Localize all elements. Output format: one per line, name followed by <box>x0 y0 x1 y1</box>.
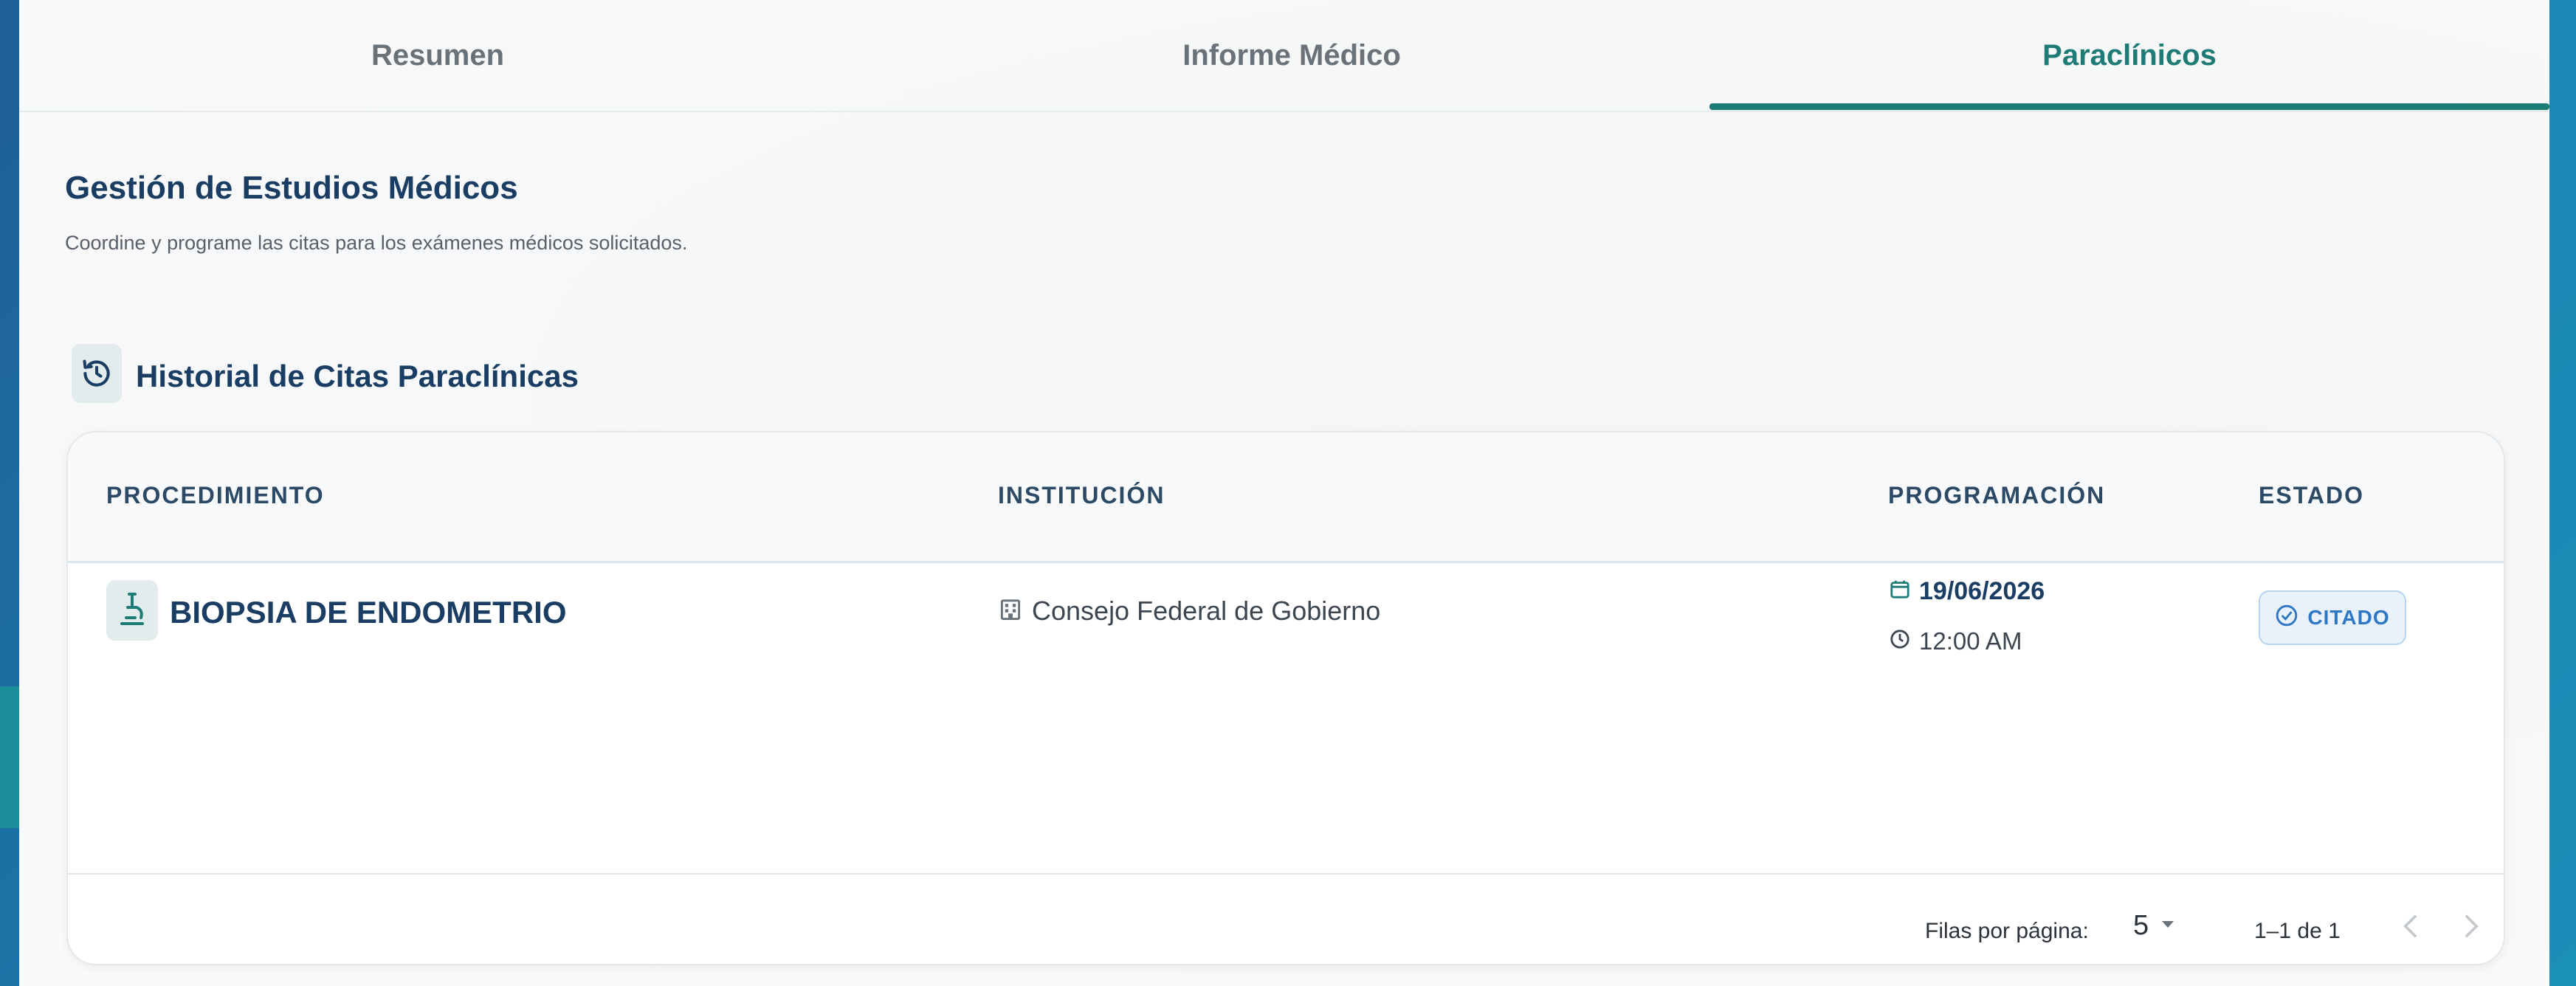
status-badge: CITADO <box>2259 590 2406 645</box>
chevron-left-icon <box>2403 913 2419 943</box>
date-text: 19/06/2026 <box>1919 577 2045 605</box>
tab-paraclinicos[interactable]: Paraclínicos <box>1709 0 2549 111</box>
page-title: Gestión de Estudios Médicos <box>65 170 518 206</box>
calendar-icon <box>1890 577 1910 606</box>
appointment-time: 12:00 AM <box>1890 627 2022 655</box>
history-title: Historial de Citas Paraclínicas <box>136 359 579 393</box>
tab-resumen[interactable]: Resumen <box>19 0 856 111</box>
status-label: CITADO <box>2307 606 2390 629</box>
table-header: PROCEDIMIENTO INSTITUCIÓN PROGRAMACIÓN E… <box>68 432 2504 563</box>
active-tab-indicator <box>1709 103 2549 110</box>
rows-per-page-select[interactable]: 5 <box>2133 910 2175 942</box>
column-header-programacion: PROGRAMACIÓN <box>1888 482 2106 508</box>
history-icon <box>72 344 122 403</box>
chevron-right-icon <box>2463 913 2479 943</box>
building-icon <box>999 596 1022 627</box>
pagination-range: 1–1 de 1 <box>2254 919 2341 943</box>
microscope-icon <box>106 580 158 641</box>
column-header-estado: ESTADO <box>2259 482 2364 508</box>
rows-per-page-value: 5 <box>2133 910 2149 941</box>
column-header-institucion: INSTITUCIÓN <box>998 482 1165 508</box>
main-panel: Resumen Informe Médico Paraclínicos Gest… <box>19 0 2549 986</box>
institution-cell: Consejo Federal de Gobierno <box>999 596 1380 627</box>
tab-bar: Resumen Informe Médico Paraclínicos <box>19 0 2549 112</box>
appointment-date: 19/06/2026 <box>1890 577 2045 606</box>
procedure-name: BIOPSIA DE ENDOMETRIO <box>170 595 567 630</box>
clock-icon <box>1890 627 1910 655</box>
previous-page-button[interactable] <box>2389 906 2433 950</box>
tab-informe-medico[interactable]: Informe Médico <box>856 0 1727 111</box>
next-page-button[interactable] <box>2449 906 2493 950</box>
chevron-down-icon <box>2160 919 2175 933</box>
appointments-table: PROCEDIMIENTO INSTITUCIÓN PROGRAMACIÓN E… <box>66 431 2505 965</box>
page-subtitle: Coordine y programe las citas para los e… <box>65 232 688 254</box>
check-circle-icon <box>2275 604 2298 632</box>
rows-per-page-label: Filas por página: <box>1925 919 2089 943</box>
time-text: 12:00 AM <box>1919 627 2022 655</box>
pagination-footer: Filas por página: 5 1–1 de 1 <box>68 873 2504 964</box>
column-header-procedimiento: PROCEDIMIENTO <box>106 482 325 508</box>
institution-name: Consejo Federal de Gobierno <box>1032 596 1381 626</box>
